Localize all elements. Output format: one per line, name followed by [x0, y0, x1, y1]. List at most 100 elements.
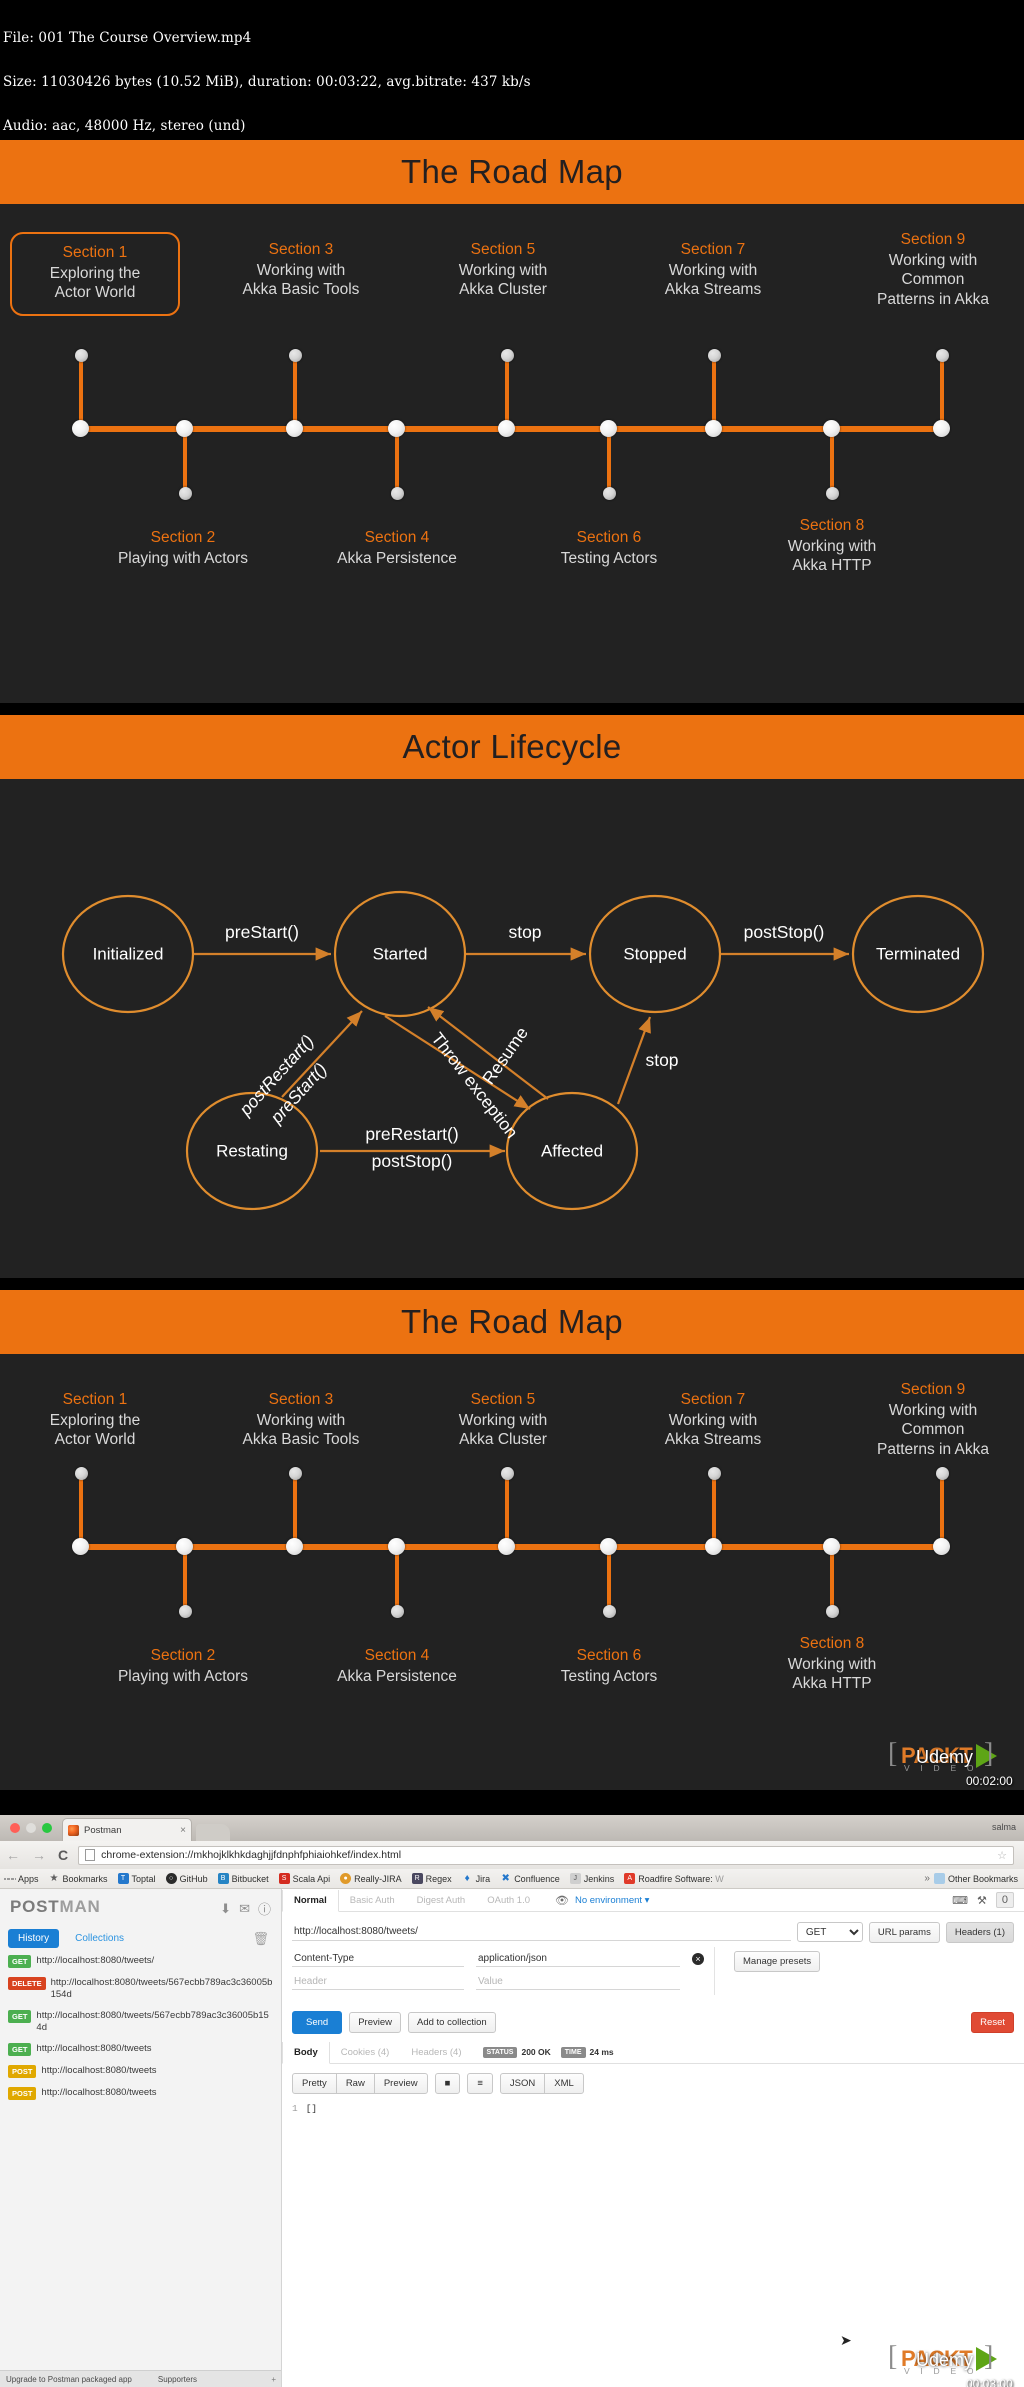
headers-button[interactable]: Headers (1): [945, 1921, 1014, 1943]
roadmap-section-4: Section 4 Akka Persistence: [312, 1646, 482, 1686]
twitter-icon[interactable]: ✉: [239, 1901, 250, 1917]
tab-cookies[interactable]: Cookies (4): [330, 2042, 401, 2063]
clear-icon[interactable]: ■: [434, 2073, 461, 2094]
type-json-button[interactable]: JSON: [499, 2073, 546, 2094]
roadmap-section-6-number: Section 6: [576, 1647, 642, 1664]
roadmap-section-3-desc: Working with Akka Basic Tools: [242, 1411, 360, 1449]
github-icon: ○: [165, 1873, 177, 1884]
wrench-icon[interactable]: ⚒: [977, 1894, 987, 1907]
expand-icon[interactable]: +: [271, 2375, 281, 2384]
remove-header-icon[interactable]: ×: [692, 1953, 704, 1965]
bookmark-bookmarks[interactable]: ★ Bookmarks: [49, 1873, 108, 1884]
history-item[interactable]: POST http://localhost:8080/tweets: [8, 2087, 273, 2100]
manage-presets-button[interactable]: Manage presets: [734, 1951, 821, 1972]
forward-arrow-icon[interactable]: →: [26, 1847, 52, 1863]
format-pretty-button[interactable]: Pretty: [292, 2073, 337, 2094]
tab-collections[interactable]: Collections: [65, 1929, 134, 1948]
type-xml-button[interactable]: XML: [544, 2073, 584, 2094]
roadmap-tip-node: [826, 487, 839, 500]
roadmap-tip-node: [289, 1467, 302, 1480]
eye-icon[interactable]: 👁: [555, 1894, 569, 1907]
browser-profile-name[interactable]: salma: [992, 1822, 1016, 1832]
download-icon[interactable]: ⬇: [220, 1901, 231, 1917]
bookmark-apps[interactable]: Apps: [4, 1873, 39, 1884]
roadmap-node: [823, 420, 840, 437]
header-value-input[interactable]: [476, 1974, 680, 1990]
browser-tab-postman[interactable]: Postman ×: [62, 1818, 192, 1841]
window-maximize-button[interactable]: [42, 1823, 52, 1833]
request-counter[interactable]: 0: [995, 1892, 1014, 1908]
bookmark-label: Other Bookmarks: [947, 1873, 1018, 1884]
new-tab-button[interactable]: [196, 1824, 230, 1841]
window-minimize-button[interactable]: [26, 1823, 36, 1833]
window-close-button[interactable]: [10, 1823, 20, 1833]
format-preview-button[interactable]: Preview: [373, 2073, 428, 2094]
bookmark-jenkins[interactable]: J Jenkins: [569, 1873, 614, 1884]
bookmark-star-icon[interactable]: ☆: [997, 1849, 1007, 1862]
environment-selector[interactable]: No environment ▾: [575, 1895, 649, 1906]
request-url-input[interactable]: [292, 1923, 791, 1941]
postman-sidebar-tabs: History Collections: [8, 1929, 134, 1948]
roadmap-section-1-number: Section 1: [62, 1391, 128, 1408]
time-badge: TIME 24 ms: [560, 2046, 614, 2058]
format-raw-button[interactable]: Raw: [335, 2073, 375, 2094]
slide-postman-browser: Postman × salma ← → C chrome-extension:/…: [0, 1815, 1024, 2387]
header-key-input[interactable]: [292, 1974, 464, 1990]
reload-icon[interactable]: C: [52, 1847, 74, 1863]
header-value-input[interactable]: [476, 1951, 680, 1967]
roadmap-section-2-desc: Playing with Actors: [117, 1667, 249, 1685]
bookmark-github[interactable]: ○ GitHub: [165, 1873, 208, 1884]
status-value: 200 OK: [521, 2047, 551, 2057]
history-item[interactable]: GET http://localhost:8080/tweets/: [8, 1955, 273, 1968]
preview-button[interactable]: Preview: [349, 2012, 401, 2033]
tab-basic-auth[interactable]: Basic Auth: [339, 1890, 406, 1911]
header-key-input[interactable]: [292, 1951, 464, 1967]
tab-oauth-1[interactable]: OAuth 1.0: [476, 1890, 541, 1911]
tab-body[interactable]: Body: [282, 2042, 330, 2064]
upgrade-link[interactable]: Upgrade to Postman packaged app: [0, 2375, 132, 2384]
tab-headers[interactable]: Headers (4): [400, 2042, 472, 2063]
send-button[interactable]: Send: [292, 2011, 343, 2034]
bookmark-toptal[interactable]: T Toptal: [117, 1873, 156, 1884]
state-label-initialized: Initialized: [93, 944, 164, 963]
tab-normal[interactable]: Normal: [282, 1890, 339, 1912]
history-item[interactable]: POST http://localhost:8080/tweets: [8, 2065, 273, 2078]
history-item[interactable]: DELETE http://localhost:8080/tweets/567e…: [8, 1977, 273, 2001]
bookmark-jira[interactable]: ♦ Jira: [462, 1873, 491, 1884]
history-item[interactable]: GET http://localhost:8080/tweets/567ecbb…: [8, 2010, 273, 2034]
roadmap-section-6: Section 6 Testing Actors: [524, 1646, 694, 1686]
address-bar[interactable]: chrome-extension://mkhojklkhkdaghjjfdnph…: [78, 1845, 1014, 1865]
url-params-button[interactable]: URL params: [868, 1921, 940, 1943]
udemy-overlay: Udemy: [916, 2350, 974, 2370]
bookmark-scala-api[interactable]: S Scala Api: [278, 1873, 330, 1884]
tab-history[interactable]: History: [8, 1929, 60, 1948]
bookmarks-overflow-icon[interactable]: »: [924, 1873, 934, 1884]
bookmark-other-bookmarks[interactable]: Other Bookmarks: [933, 1873, 1018, 1884]
bookmark-roadfire[interactable]: A Roadfire Software: W: [624, 1873, 724, 1884]
tab-digest-auth[interactable]: Digest Auth: [406, 1890, 477, 1911]
wrap-lines-icon[interactable]: ≡: [467, 2073, 493, 2094]
slide-title-bar: The Road Map: [0, 140, 1024, 204]
add-to-collection-button[interactable]: Add to collection: [407, 2012, 496, 2033]
roadmap-diagram: Section 1 Exploring the Actor World Secti…: [0, 1354, 1024, 1754]
roadmap-section-7: Section 7 Working with Akka Streams: [628, 1390, 798, 1450]
roadmap-section-5-desc: Working with Akka Cluster: [458, 261, 548, 299]
trash-icon[interactable]: 🗑: [252, 1931, 269, 1947]
bookmark-confluence[interactable]: ✖ Confluence: [500, 1873, 559, 1884]
keyboard-icon[interactable]: ⌨: [952, 1894, 968, 1907]
reset-button[interactable]: Reset: [971, 2012, 1014, 2033]
help-icon[interactable]: ⓘ: [258, 1899, 271, 1918]
history-item[interactable]: GET http://localhost:8080/tweets: [8, 2043, 273, 2056]
roadmap-tip-node: [75, 349, 88, 362]
slide-title-bar: The Road Map: [0, 1290, 1024, 1354]
supporters-link[interactable]: Supporters: [132, 2375, 197, 2384]
bookmark-bitbucket[interactable]: B Bitbucket: [217, 1873, 269, 1884]
bookmark-regex[interactable]: R Regex: [411, 1873, 452, 1884]
bookmark-really-jira[interactable]: ● Really-JIRA: [340, 1873, 402, 1884]
http-method-select[interactable]: GET: [796, 1922, 863, 1942]
roadmap-section-9-desc: Working with Common Patterns in Akka: [876, 251, 989, 308]
close-icon[interactable]: ×: [177, 1825, 186, 1836]
back-arrow-icon[interactable]: ←: [0, 1847, 26, 1863]
roadmap-stem-up-5: [505, 1472, 509, 1548]
roadmap-tip-node: [826, 1605, 839, 1618]
